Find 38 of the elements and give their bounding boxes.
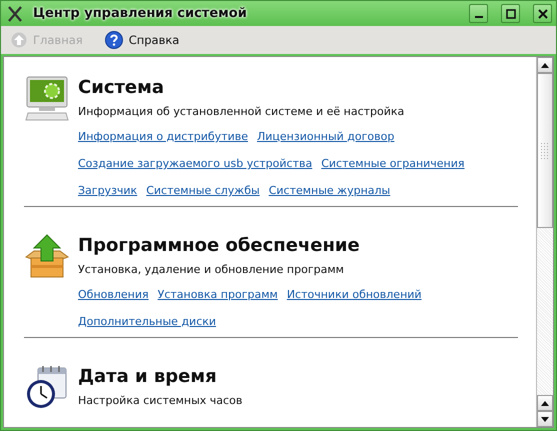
maximize-icon (506, 8, 516, 18)
settings-link[interactable]: Дополнительные диски (78, 315, 216, 328)
scroll-down-button[interactable] (537, 411, 553, 427)
scrollbar-thumb[interactable] (537, 73, 553, 228)
scroll-up-button[interactable] (537, 395, 553, 411)
computer-icon (24, 75, 70, 121)
settings-link[interactable]: Лицензионный договор (257, 130, 394, 143)
settings-link[interactable]: Системные службы (146, 184, 260, 197)
section-title: Программное обеспечение (78, 234, 361, 258)
settings-link[interactable]: Системные журналы (268, 184, 390, 197)
section-description: Информация об установленной системе и её настройка (78, 104, 406, 120)
settings-link[interactable]: Создание загружаемого usb устройства (78, 157, 312, 170)
settings-link[interactable]: Информация о дистрибутиве (78, 130, 248, 143)
minimize-icon (474, 16, 482, 18)
section-description: Установка, удаление и обновление программ (78, 262, 345, 278)
settings-link[interactable]: Установка программ (158, 288, 278, 301)
up-arrow-icon (541, 62, 549, 68)
minimize-button[interactable] (469, 4, 488, 23)
settings-link[interactable]: Источники обновлений (286, 288, 422, 301)
section-title: Дата и время (78, 365, 218, 389)
window-title: Центр управления системой (33, 6, 248, 21)
section-title: Система (78, 76, 165, 100)
scrollbar[interactable] (536, 57, 553, 427)
close-icon (538, 8, 548, 18)
up-arrow-icon (11, 32, 27, 48)
section-description: Настройка системных часов (78, 393, 244, 409)
close-button[interactable] (533, 4, 552, 23)
box-icon (24, 233, 70, 279)
scroll-up-button[interactable] (537, 57, 553, 73)
down-arrow-icon (541, 416, 549, 422)
settings-link[interactable]: Системные ограничения (321, 157, 465, 170)
app-icon (7, 6, 23, 22)
up-arrow-icon (541, 400, 549, 406)
settings-link[interactable]: Загрузчик (78, 184, 138, 197)
help-icon (104, 31, 123, 49)
maximize-button[interactable] (501, 4, 520, 23)
toolbar-button[interactable]: Справка (102, 29, 182, 51)
settings-link[interactable]: Обновления (78, 288, 149, 301)
